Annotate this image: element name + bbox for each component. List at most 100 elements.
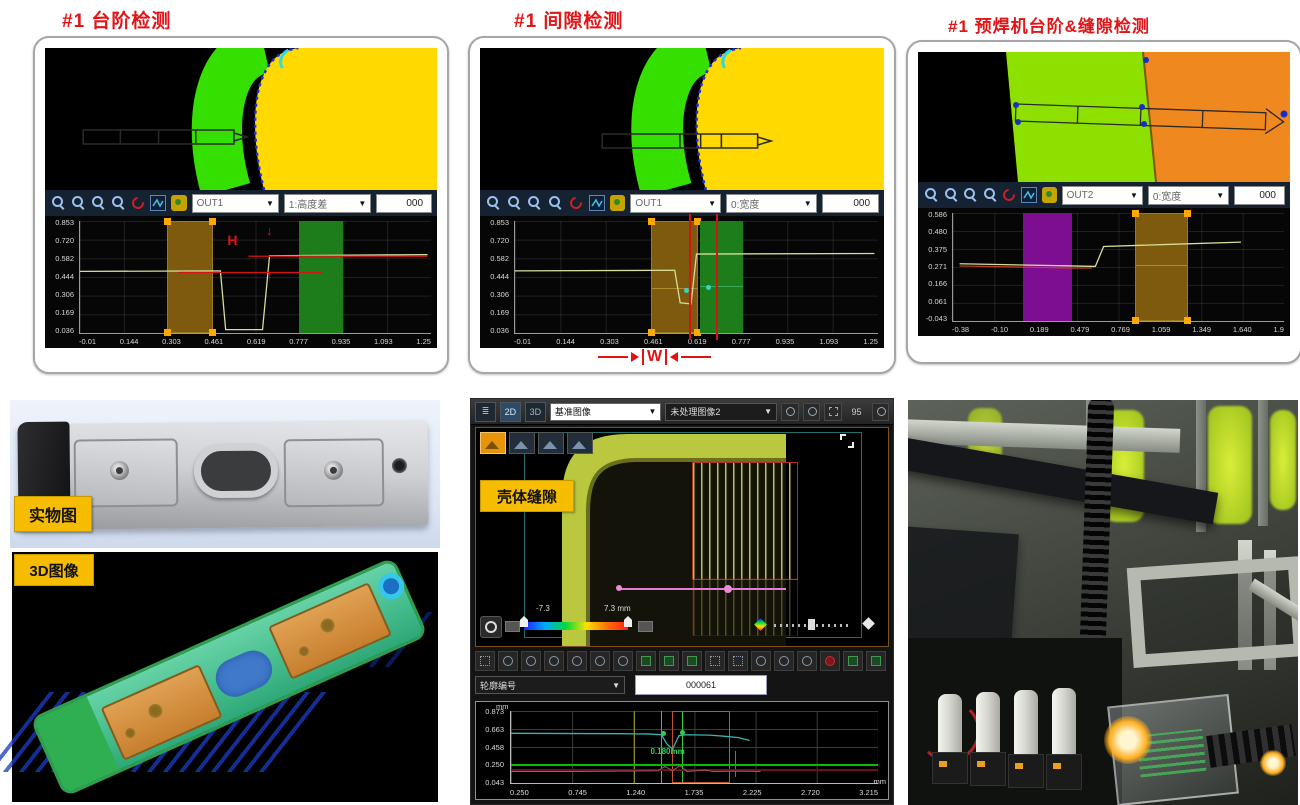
value-box[interactable]: 000 bbox=[376, 194, 432, 213]
actuator-cylinder bbox=[1014, 690, 1038, 756]
profile-mode-icon[interactable] bbox=[509, 432, 535, 454]
fit-screen-icon[interactable] bbox=[824, 403, 842, 421]
profile-tool-icon[interactable] bbox=[682, 651, 702, 671]
tick-label: 0.582 bbox=[55, 254, 74, 263]
zoom-in-icon[interactable] bbox=[485, 195, 501, 211]
plot-area bbox=[952, 213, 1284, 322]
slider-handle[interactable] bbox=[808, 619, 815, 630]
top-toolbar: ≣ 2D 3D 基准图像 未处理图像2 95 bbox=[471, 399, 893, 425]
edge-point bbox=[706, 285, 711, 290]
light-glow bbox=[1260, 750, 1286, 776]
zoom-out-icon[interactable] bbox=[962, 187, 977, 203]
zoom-region-icon[interactable] bbox=[110, 195, 125, 211]
tick-label: 0.444 bbox=[490, 272, 509, 281]
profile-number-value[interactable]: 000061 bbox=[635, 675, 767, 695]
tick-label: 0.935 bbox=[776, 337, 795, 348]
fullscreen-icon[interactable] bbox=[840, 434, 854, 448]
end-marker[interactable] bbox=[862, 617, 875, 630]
photo-label: 实物图 bbox=[14, 496, 92, 532]
zoom-pan-icon[interactable] bbox=[506, 195, 522, 211]
frame-post bbox=[1258, 400, 1268, 526]
measurement-grid bbox=[692, 462, 798, 580]
profile-graph: 0.8530.7200.5820.4440.3060.1690.036 -0.0… bbox=[45, 216, 437, 348]
tick-label: 0.458 bbox=[485, 743, 504, 752]
base-image-select[interactable]: 基准图像 bbox=[550, 403, 662, 421]
palette-icon[interactable] bbox=[610, 195, 626, 211]
zoom-in-icon[interactable] bbox=[781, 403, 799, 421]
zoom-region-icon[interactable] bbox=[547, 195, 563, 211]
tick-label: 0.935 bbox=[332, 337, 351, 348]
position-marker[interactable] bbox=[754, 618, 767, 631]
reset-icon[interactable] bbox=[568, 195, 584, 211]
mode-select[interactable]: 0:宽度 bbox=[1148, 186, 1229, 205]
palette-icon[interactable] bbox=[1042, 187, 1057, 203]
export-icon[interactable] bbox=[872, 403, 890, 421]
palette-icon[interactable] bbox=[171, 195, 186, 211]
gap-edge-line bbox=[689, 214, 691, 339]
marker-tool-icon[interactable] bbox=[705, 651, 725, 671]
scale-handle-max[interactable] bbox=[624, 616, 632, 627]
export-tool-icon[interactable] bbox=[843, 651, 863, 671]
height-map-mode-icon[interactable] bbox=[480, 432, 506, 454]
reset-icon[interactable] bbox=[1001, 187, 1016, 203]
grid-tool-icon[interactable] bbox=[636, 651, 656, 671]
scale-lock-icon[interactable] bbox=[638, 621, 653, 632]
region-tool-icon[interactable] bbox=[659, 651, 679, 671]
circle-tool-icon[interactable] bbox=[797, 651, 817, 671]
grid-tab-icon[interactable]: ≣ bbox=[475, 402, 496, 422]
annotation-line bbox=[598, 356, 628, 358]
rotate-tool-icon[interactable] bbox=[544, 651, 564, 671]
profile-chart-icon[interactable] bbox=[589, 195, 605, 211]
zoom-out-icon[interactable] bbox=[526, 195, 542, 211]
pointer-mode-icon[interactable] bbox=[567, 432, 593, 454]
zoom-pan-icon[interactable] bbox=[70, 195, 85, 211]
zoom-out-tool-icon[interactable] bbox=[521, 651, 541, 671]
mode-select[interactable]: 1:高度差 bbox=[284, 194, 371, 213]
scan-line bbox=[618, 588, 786, 590]
record-tool-icon[interactable] bbox=[820, 651, 840, 671]
processed-image-select[interactable]: 未处理图像2 bbox=[665, 403, 777, 421]
zoom-out-icon[interactable] bbox=[803, 403, 821, 421]
value-box[interactable]: 000 bbox=[822, 194, 879, 213]
tab-2d[interactable]: 2D bbox=[500, 402, 521, 422]
record-icon[interactable] bbox=[480, 616, 502, 638]
zoom-region-icon[interactable] bbox=[982, 187, 997, 203]
sticker bbox=[977, 761, 985, 767]
value-box[interactable]: 000 bbox=[1234, 186, 1285, 205]
profile-chart-icon[interactable] bbox=[1021, 187, 1037, 203]
panel-prewelder-detection: OUT2 0:宽度 000 0.5860.4800.3750.2710.1660… bbox=[906, 40, 1300, 364]
report-tool-icon[interactable] bbox=[866, 651, 886, 671]
color-scale-bar[interactable] bbox=[524, 622, 628, 630]
pan-tool-icon[interactable] bbox=[567, 651, 587, 671]
label-tool-icon[interactable] bbox=[728, 651, 748, 671]
scale-handle-min[interactable] bbox=[520, 616, 528, 627]
ruler-tool-icon[interactable] bbox=[590, 651, 610, 671]
arrow-down-icon: ↓ bbox=[266, 223, 273, 238]
tab-3d[interactable]: 3D bbox=[525, 402, 546, 422]
tick-label: 0.619 bbox=[247, 337, 266, 348]
angle-tool-icon[interactable] bbox=[774, 651, 794, 671]
profile-number-select[interactable]: 轮廓编号 bbox=[475, 676, 625, 694]
arrow-up-icon: ↑ bbox=[266, 268, 273, 283]
select-tool-icon[interactable] bbox=[475, 651, 495, 671]
texture-mode-icon[interactable] bbox=[538, 432, 564, 454]
reset-icon[interactable] bbox=[130, 195, 145, 211]
output-select[interactable]: OUT1 bbox=[630, 194, 721, 213]
zoom-out-icon[interactable] bbox=[90, 195, 105, 211]
output-select[interactable]: OUT2 bbox=[1062, 186, 1143, 205]
tick-label: 0.303 bbox=[162, 337, 181, 348]
mode-select[interactable]: 0:宽度 bbox=[726, 194, 817, 213]
box-tool-icon[interactable] bbox=[751, 651, 771, 671]
zoom-in-icon[interactable] bbox=[50, 195, 65, 211]
profile-chart-icon[interactable] bbox=[150, 195, 166, 211]
caliper-tool-icon[interactable] bbox=[613, 651, 633, 671]
light-glow bbox=[1104, 716, 1152, 764]
green-window bbox=[1270, 410, 1296, 510]
zoom-in-tool-icon[interactable] bbox=[498, 651, 518, 671]
height-annotation: H bbox=[227, 232, 237, 248]
zoom-in-icon[interactable] bbox=[923, 187, 938, 203]
output-select[interactable]: OUT1 bbox=[192, 194, 279, 213]
profile-graph: 0.5860.4800.3750.2710.1660.061-0.043 -0.… bbox=[918, 208, 1290, 336]
zoom-pan-icon[interactable] bbox=[943, 187, 958, 203]
scale-mode-icon[interactable] bbox=[505, 621, 520, 632]
